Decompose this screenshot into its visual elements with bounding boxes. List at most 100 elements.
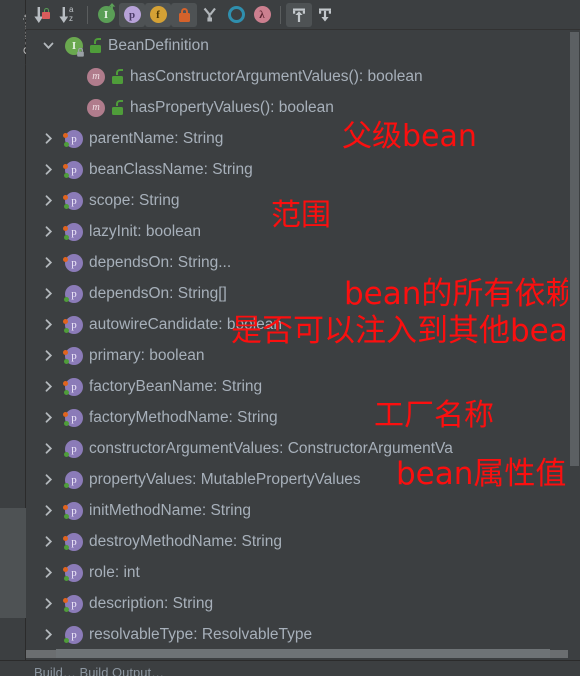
setter-dot xyxy=(64,513,69,519)
down-arrow-icon xyxy=(59,6,69,23)
getter-dot xyxy=(63,349,68,355)
chevron-right-icon[interactable] xyxy=(40,348,56,364)
getter-dot xyxy=(63,194,68,200)
sort-by-visibility-button[interactable] xyxy=(30,3,56,27)
setter-dot xyxy=(64,637,69,643)
show-properties-button[interactable]: p xyxy=(119,2,145,27)
tree-row[interactable]: p constructorArgumentValues: ConstructorA… xyxy=(26,433,580,464)
chevron-right-icon[interactable] xyxy=(40,224,56,240)
properties-letter: p xyxy=(128,8,136,21)
tree-row[interactable]: p beanClassName: String xyxy=(26,154,580,185)
getter-dot xyxy=(63,411,68,417)
fields-icon: f xyxy=(149,6,167,23)
tree-row[interactable]: p destroyMethodName: String xyxy=(26,526,580,557)
tree-row-label: initMethodName: String xyxy=(89,501,251,519)
vertical-scrollbar[interactable] xyxy=(568,30,580,658)
sidebar-item-pull-requests[interactable]: Pull Requests xyxy=(0,100,51,236)
tree-row-label: dependsOn: String... xyxy=(89,253,232,271)
tree-row[interactable]: p dependsOn: String[] xyxy=(26,278,580,309)
getter-dot xyxy=(63,225,68,231)
chevron-right-icon[interactable] xyxy=(40,627,56,643)
expand-all-button[interactable] xyxy=(286,2,312,27)
chevron-right-icon[interactable] xyxy=(40,193,56,209)
chevron-right-icon[interactable] xyxy=(40,131,56,147)
getter-dot xyxy=(63,380,68,386)
show-anonymous-classes-button[interactable] xyxy=(197,3,223,27)
tree-row[interactable]: p parentName: String xyxy=(26,123,580,154)
tree-row[interactable]: p scope: String xyxy=(26,185,580,216)
setter-dot xyxy=(64,172,69,178)
tree-row[interactable]: p factoryBeanName: String xyxy=(26,371,580,402)
tree-row[interactable]: p dependsOn: String... xyxy=(26,247,580,278)
setter-dot xyxy=(64,358,69,364)
tree-row[interactable]: p resolvableType: ResolvableType xyxy=(26,619,580,650)
show-lambdas-button[interactable]: λ xyxy=(249,3,275,27)
tree-row[interactable]: m hasPropertyValues(): boolean xyxy=(26,92,580,123)
interface-icon: I xyxy=(64,36,84,57)
tree-row[interactable]: I BeanDefinition xyxy=(26,30,580,61)
property-icon: p xyxy=(64,470,84,490)
structure-toolbar: a z I p f λ xyxy=(26,0,580,30)
tree-row-label: autowireCandidate: boolean xyxy=(89,315,283,333)
chevron-right-icon[interactable] xyxy=(40,565,56,581)
tree-row-label: propertyValues: MutablePropertyValues xyxy=(89,470,361,488)
anon-glyph xyxy=(203,7,216,21)
setter-dot xyxy=(64,141,69,147)
tree-row-label: constructorArgumentValues: ConstructorAr… xyxy=(89,439,453,457)
chevron-right-icon[interactable] xyxy=(40,317,56,333)
property-icon: p xyxy=(63,594,84,614)
chevron-right-icon[interactable] xyxy=(40,472,56,488)
tree-row-label: parentName: String xyxy=(89,129,224,147)
chevron-right-icon[interactable] xyxy=(40,162,56,178)
chevron-right-icon[interactable] xyxy=(40,441,56,457)
tree-row-label: role: int xyxy=(89,563,140,581)
chevron-down-icon[interactable] xyxy=(40,38,56,54)
up-arrow-icon xyxy=(108,3,115,13)
method-icon: m xyxy=(86,67,106,87)
horizontal-scrollbar-thumb[interactable] xyxy=(56,649,550,658)
chevron-right-icon[interactable] xyxy=(40,410,56,426)
chevron-right-icon[interactable] xyxy=(40,503,56,519)
vertical-scrollbar-thumb[interactable] xyxy=(570,32,579,466)
structure-tree[interactable]: I BeanDefinition m hasConstructorArgumentVa… xyxy=(26,30,580,658)
tree-row-label: hasPropertyValues(): boolean xyxy=(130,98,334,116)
horizontal-scrollbar[interactable] xyxy=(26,649,580,658)
chevron-right-icon[interactable] xyxy=(40,286,56,302)
chevron-right-icon[interactable] xyxy=(40,379,56,395)
chevron-right-icon[interactable] xyxy=(40,255,56,271)
chevron-right-icon[interactable] xyxy=(40,534,56,550)
property-icon: p xyxy=(63,346,84,366)
tree-row-label: destroyMethodName: String xyxy=(89,532,282,550)
tree-row[interactable]: p description: String xyxy=(26,588,580,619)
tree-row-label: BeanDefinition xyxy=(108,36,209,54)
tree-row[interactable]: p propertyValues: MutablePropertyValues xyxy=(26,464,580,495)
tree-row[interactable]: p role: int xyxy=(26,557,580,588)
tree-row-label: hasConstructorArgumentValues(): boolean xyxy=(130,67,423,85)
tree-row[interactable]: p initMethodName: String xyxy=(26,495,580,526)
structure-panel: a z I p f λ I BeanDefinition m hasConstr… xyxy=(26,0,580,676)
show-fields-button[interactable]: f xyxy=(145,2,171,27)
tree-row[interactable]: m hasConstructorArgumentValues(): boolean xyxy=(26,61,580,92)
collapse-all-icon xyxy=(317,7,333,23)
getter-dot xyxy=(63,256,68,262)
show-inherited-button[interactable]: I xyxy=(93,3,119,27)
show-non-public-button[interactable] xyxy=(171,2,197,27)
tree-row[interactable]: p factoryMethodName: String xyxy=(26,402,580,433)
sidebar-item-structure[interactable]: Structure xyxy=(0,508,39,618)
property-icon: p xyxy=(63,501,84,521)
tree-row-label: beanClassName: String xyxy=(89,160,253,178)
property-icon: p xyxy=(64,625,84,645)
sort-alphabetically-button[interactable]: a z xyxy=(56,3,82,27)
tree-row[interactable]: p lazyInit: boolean xyxy=(26,216,580,247)
setter-dot xyxy=(64,482,69,488)
tree-row-label: factoryBeanName: String xyxy=(89,377,263,395)
tree-row-label: dependsOn: String[] xyxy=(89,284,227,302)
collapse-all-button[interactable] xyxy=(312,3,338,27)
tree-row[interactable]: p autowireCandidate: boolean xyxy=(26,309,580,340)
tree-row[interactable]: p primary: boolean xyxy=(26,340,580,371)
sidebar-item-commit[interactable]: Commit xyxy=(0,0,35,86)
property-icon: p xyxy=(63,315,84,335)
chevron-right-icon[interactable] xyxy=(40,596,56,612)
show-functions-button[interactable] xyxy=(223,3,249,27)
expand-glyph xyxy=(293,8,305,22)
